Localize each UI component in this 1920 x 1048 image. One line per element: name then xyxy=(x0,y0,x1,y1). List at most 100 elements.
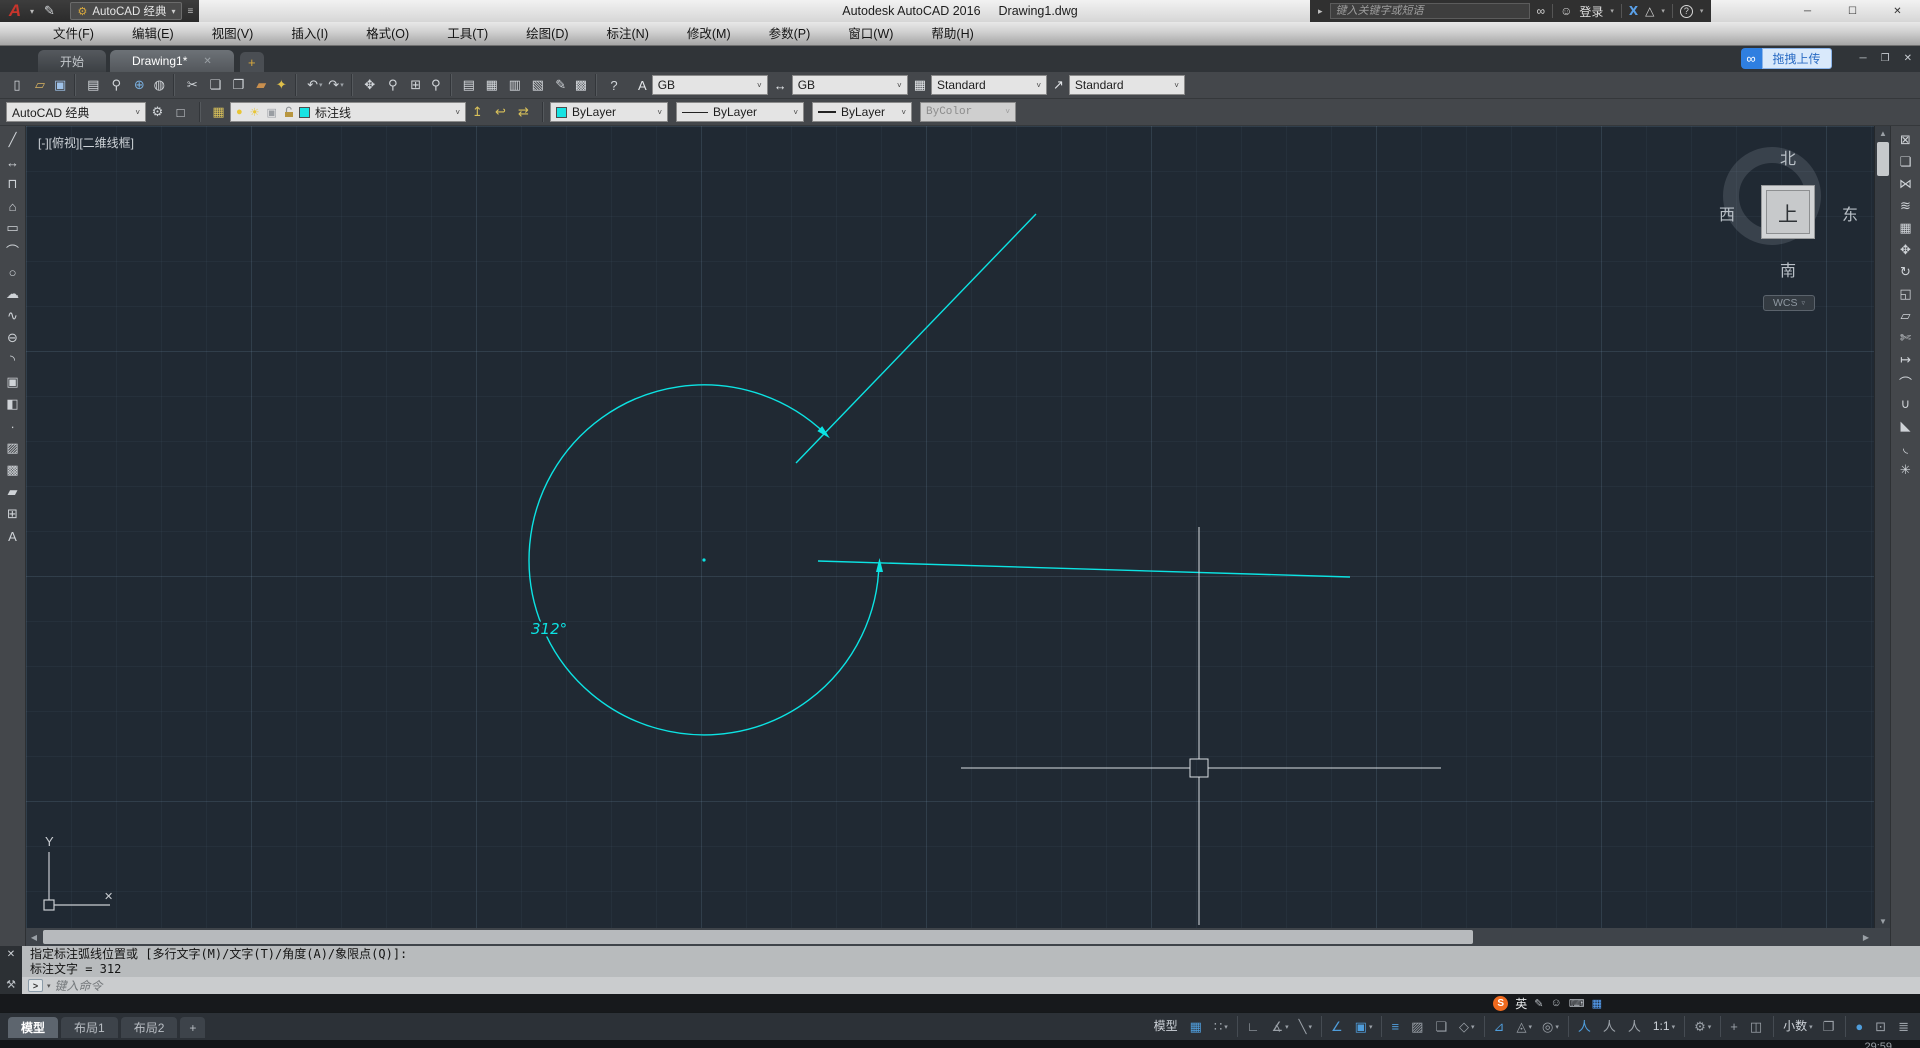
pan-button[interactable]: ✥ xyxy=(359,74,382,96)
tab-close-icon[interactable]: ✕ xyxy=(203,56,211,67)
properties-palette-button[interactable]: ▤ xyxy=(458,74,481,96)
block-editor-button[interactable]: ✦ xyxy=(273,74,296,96)
sheet-set-manager-button[interactable]: ▧ xyxy=(527,74,550,96)
table-tool[interactable]: ⊞ xyxy=(1,503,25,525)
markup-set-manager-button[interactable]: ✎ xyxy=(550,74,573,96)
ortho-toggle[interactable]: ∟ xyxy=(1242,1016,1267,1037)
layer-previous-button[interactable]: ↩ xyxy=(489,101,512,123)
layer-properties-manager-button[interactable]: ▦ xyxy=(207,101,230,123)
multileader-style-combo[interactable]: Standard ˅ xyxy=(1069,75,1185,95)
polar-tracking-toggle[interactable]: ∡ ▾ xyxy=(1267,1016,1294,1037)
mtext-tool[interactable]: A xyxy=(1,525,25,547)
autoscale-toggle[interactable]: 人 xyxy=(1598,1016,1623,1037)
chevron-down-icon[interactable]: ▾ xyxy=(1661,7,1665,15)
stretch-tool[interactable]: ▱ xyxy=(1894,305,1918,327)
scale-tool[interactable]: ◱ xyxy=(1894,283,1918,305)
dimension-text[interactable]: 312° xyxy=(531,620,567,638)
trim-tool[interactable]: ✄ xyxy=(1894,327,1918,349)
help-button[interactable]: ? xyxy=(603,74,626,96)
tab-start[interactable]: 开始 xyxy=(38,50,106,72)
menu-item[interactable]: 修改(M) xyxy=(668,22,750,46)
osnap-toggle[interactable]: ▣ ▾ xyxy=(1350,1016,1383,1037)
wcs-dropdown[interactable]: WCS ▿ xyxy=(1763,295,1815,311)
gizmo-toggle[interactable]: ◬ ▾ xyxy=(1511,1016,1537,1037)
table-style-combo[interactable]: Standard ˅ xyxy=(931,75,1047,95)
insert-block-tool[interactable]: ▣ xyxy=(1,371,25,393)
gradient-tool[interactable]: ▩ xyxy=(1,459,25,481)
workspace-dropdown[interactable]: ⚙ AutoCAD 经典 ▾ xyxy=(70,2,182,20)
new-layout-tab[interactable]: + xyxy=(180,1017,205,1038)
ime-emoji-icon[interactable]: ☺ xyxy=(1550,997,1561,1009)
customization-button[interactable]: ≣ xyxy=(1893,1016,1916,1037)
copy-button[interactable]: ❏ xyxy=(204,74,227,96)
scroll-up-icon[interactable]: ▲ xyxy=(1875,126,1891,140)
zoom-previous-button[interactable]: ⚲ xyxy=(428,74,451,96)
drawing-canvas[interactable]: [-][俯视][二维线框] 312° xyxy=(26,126,1874,928)
join-tool[interactable]: ∪ xyxy=(1894,393,1918,415)
plan-plus-button[interactable]: + xyxy=(1725,1016,1745,1037)
menu-item[interactable]: 参数(P) xyxy=(750,22,830,46)
compass-south-label[interactable]: 南 xyxy=(1780,257,1796,281)
lineweight-toggle[interactable]: ≡ xyxy=(1386,1016,1406,1037)
transparency-toggle[interactable]: ▨ xyxy=(1406,1016,1430,1037)
netdisk-upload-button[interactable]: ∞ 拖拽上传 xyxy=(1741,48,1832,69)
ime-language-toggle[interactable]: 英 xyxy=(1515,995,1527,1012)
chevron-down-icon[interactable]: ▾ xyxy=(1700,7,1704,15)
paste-button[interactable]: ❐ xyxy=(227,74,250,96)
minimize-button[interactable]: ─ xyxy=(1785,0,1830,22)
close-button[interactable]: ✕ xyxy=(1875,0,1920,22)
new-tab-button[interactable]: + xyxy=(240,52,264,72)
menu-item[interactable]: 视图(V) xyxy=(193,22,273,46)
maximize-button[interactable]: ☐ xyxy=(1830,0,1875,22)
construction-line-tool[interactable]: ↔ xyxy=(1,151,25,173)
ime-pen-icon[interactable]: ✎ xyxy=(1534,997,1543,1010)
line-entity-horizontal[interactable] xyxy=(818,561,1350,577)
copy-tool[interactable]: ❏ xyxy=(1894,151,1918,173)
point-tool[interactable]: ∙ xyxy=(1,415,25,437)
annotation-monitor-toggle[interactable]: ◎ ▾ xyxy=(1537,1016,1569,1037)
osnap-3d-toggle[interactable]: ◇ ▾ xyxy=(1454,1016,1485,1037)
viewcube-top-face[interactable]: 上 xyxy=(1761,185,1815,239)
snap-toggle[interactable]: ∷ ▾ xyxy=(1209,1016,1238,1037)
sogou-logo-icon[interactable]: S xyxy=(1493,996,1508,1011)
a360-icon[interactable]: △ xyxy=(1645,4,1654,18)
autocad-logo[interactable]: A xyxy=(0,0,30,22)
vertical-scroll-thumb[interactable] xyxy=(1877,142,1889,176)
isodraft-toggle[interactable]: ╲ ▾ xyxy=(1294,1016,1322,1037)
menu-item[interactable]: 绘图(D) xyxy=(507,22,587,46)
break-tool[interactable]: ⌒ xyxy=(1894,371,1918,393)
rectangle-tool[interactable]: ▭ xyxy=(1,217,25,239)
polyline-tool[interactable]: ⊓ xyxy=(1,173,25,195)
chevron-down-icon[interactable]: ▾ xyxy=(47,982,51,990)
units-button[interactable]: 小数 ▾ xyxy=(1778,1016,1818,1037)
circle-tool[interactable]: ○ xyxy=(1,261,25,283)
style-icon[interactable]: A xyxy=(638,78,647,93)
workspace-switcher-button[interactable]: ⚙ ▾ xyxy=(1689,1016,1721,1037)
cut-button[interactable]: ✂ xyxy=(181,74,204,96)
layer-combo[interactable]: ● ☀ ▣ 标注线 ˅ xyxy=(230,102,466,122)
search-input[interactable] xyxy=(1330,3,1530,19)
command-close-icon[interactable]: ✕ xyxy=(7,949,15,960)
menu-item[interactable]: 编辑(E) xyxy=(113,22,193,46)
model-tab[interactable]: 模型 xyxy=(8,1017,58,1038)
explode-tool[interactable]: ✳ xyxy=(1894,459,1918,481)
sign-in-button[interactable]: 登录 xyxy=(1579,3,1603,20)
menu-item[interactable]: 文件(F) xyxy=(34,22,113,46)
ellipse-tool[interactable]: ⊖ xyxy=(1,327,25,349)
chevron-down-icon[interactable]: ▾ xyxy=(1610,7,1614,15)
text-style-combo[interactable]: GB ˅ xyxy=(652,75,768,95)
compass-east-label[interactable]: 东 xyxy=(1842,201,1858,225)
compass-west-label[interactable]: 西 xyxy=(1719,201,1735,225)
horizontal-scrollbar[interactable]: ◀ ▶ xyxy=(26,928,1890,946)
ime-toolbox-icon[interactable]: ▦ xyxy=(1592,997,1602,1010)
menu-item[interactable]: 工具(T) xyxy=(428,22,507,46)
dim-style-combo[interactable]: GB ˅ xyxy=(792,75,908,95)
erase-tool[interactable]: ⊠ xyxy=(1894,129,1918,151)
menu-item[interactable]: 帮助(H) xyxy=(912,22,992,46)
model-space-toggle[interactable]: 模型 xyxy=(1149,1016,1185,1037)
qat-more-icon[interactable]: ≡ xyxy=(187,6,193,17)
clean-screen-button[interactable]: ⊡ xyxy=(1870,1016,1893,1037)
make-block-tool[interactable]: ◧ xyxy=(1,393,25,415)
line-entity-diagonal[interactable] xyxy=(796,214,1036,463)
scroll-right-icon[interactable]: ▶ xyxy=(1858,928,1874,946)
